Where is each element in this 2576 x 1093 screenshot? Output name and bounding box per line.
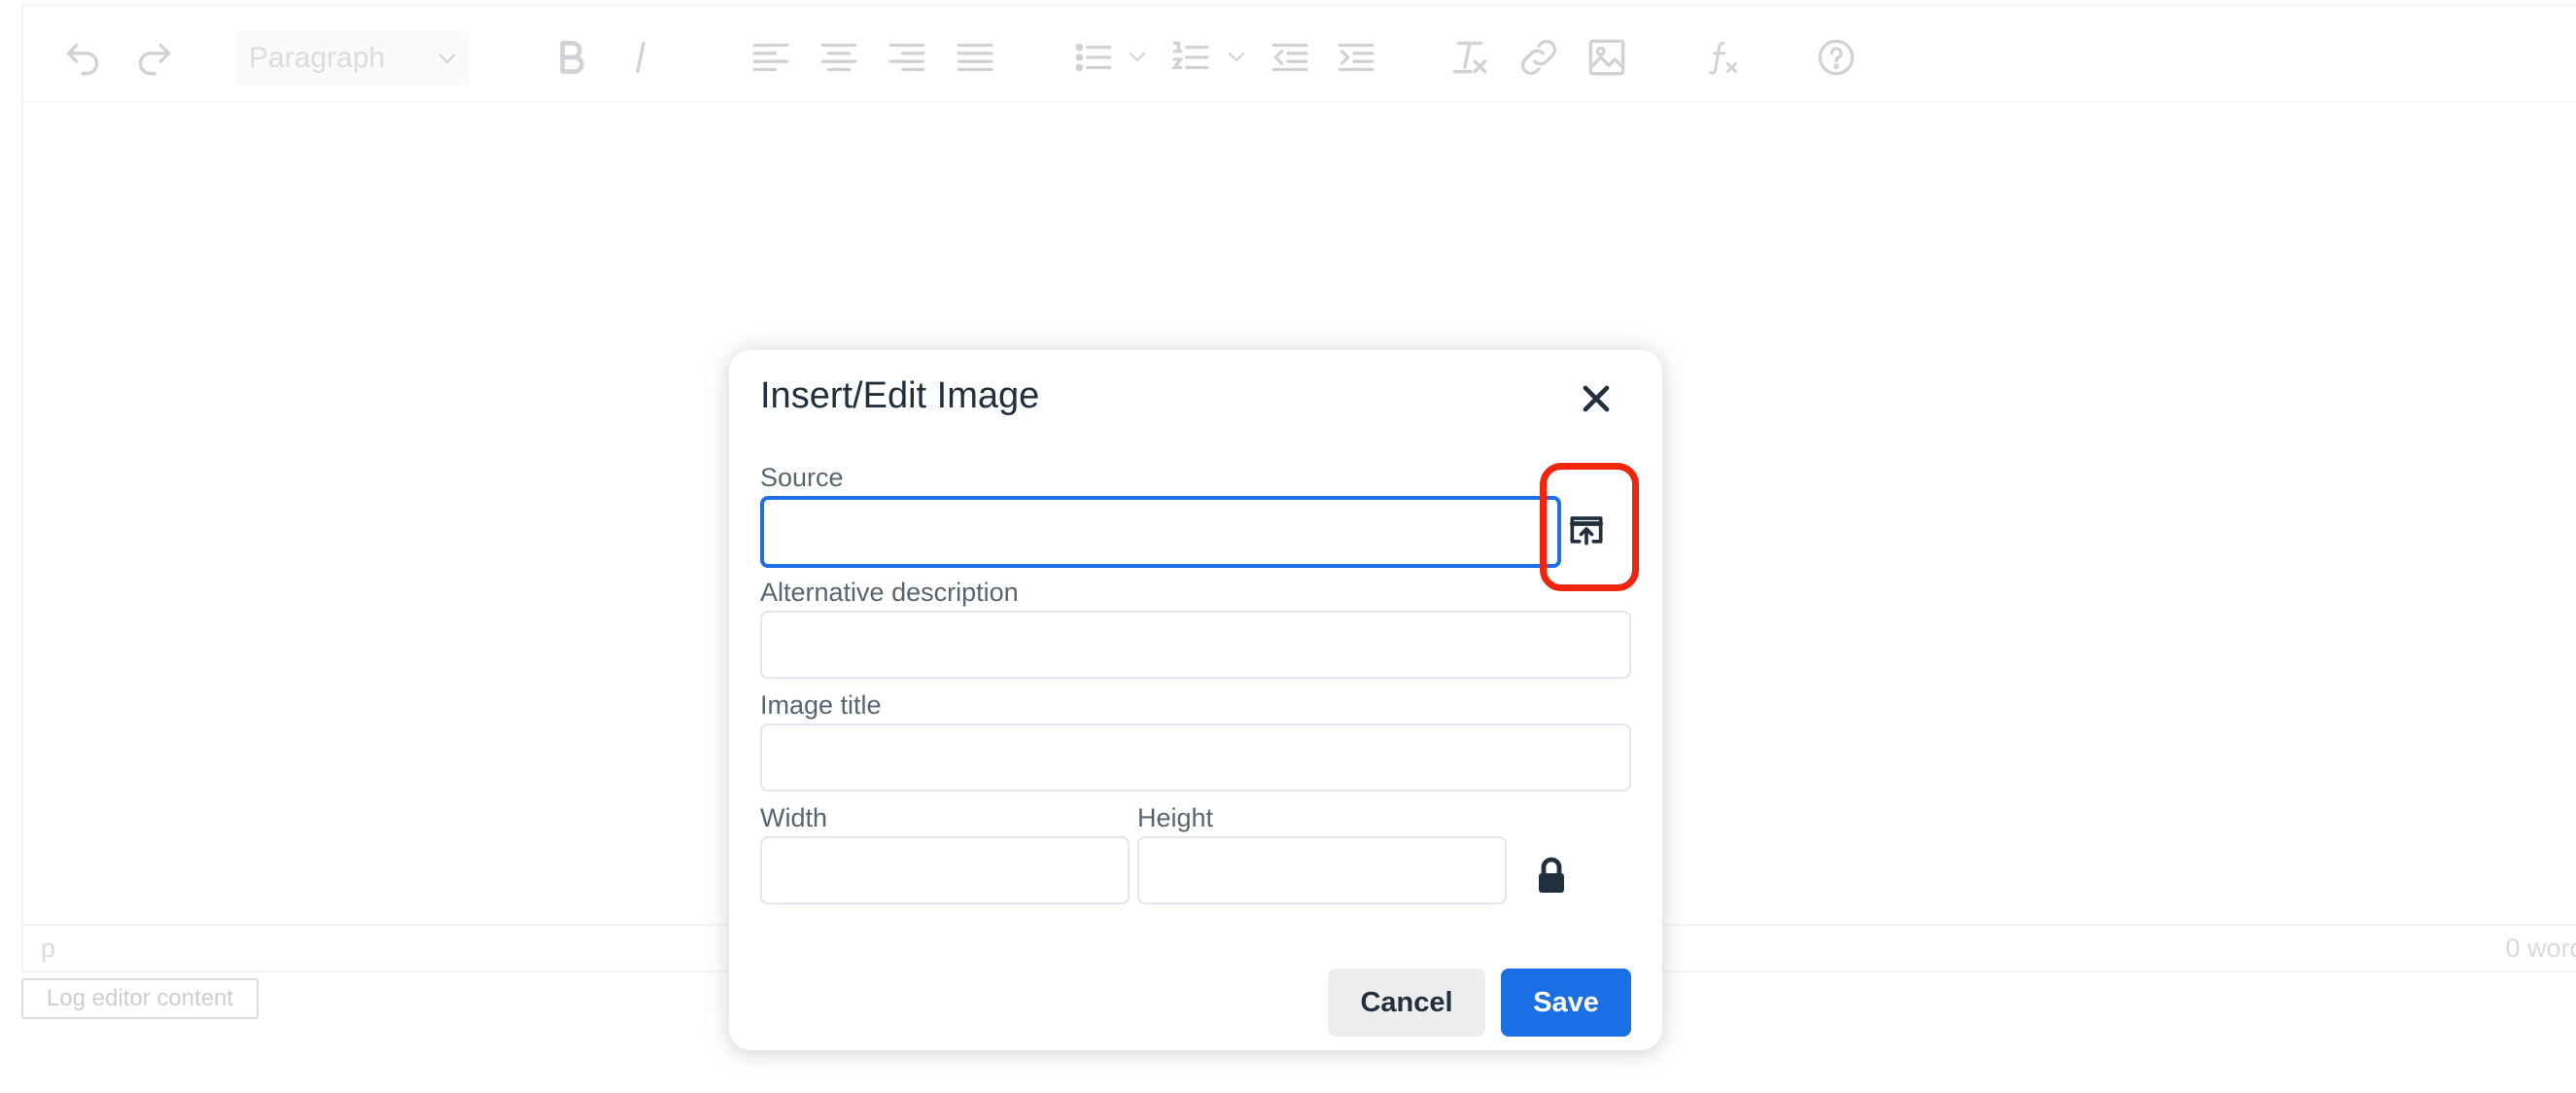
height-input[interactable] [1137,836,1507,904]
cancel-button[interactable]: Cancel [1328,969,1485,1037]
save-button[interactable]: Save [1501,969,1631,1037]
source-label: Source [760,463,844,492]
height-label: Height [1137,803,1214,832]
alt-description-input[interactable] [760,611,1631,679]
source-input[interactable] [760,496,1561,568]
width-label: Width [760,803,828,832]
alt-description-label: Alternative description [760,578,1019,607]
insert-image-dialog: Insert/Edit Image Source Alternative des… [729,350,1662,1050]
close-icon[interactable] [1575,377,1618,420]
browse-upload-icon[interactable] [1565,508,1608,550]
lock-icon[interactable] [1534,856,1569,895]
width-input[interactable] [760,836,1130,904]
image-title-label: Image title [760,690,882,720]
image-title-input[interactable] [760,723,1631,792]
dialog-title: Insert/Edit Image [760,375,1040,416]
